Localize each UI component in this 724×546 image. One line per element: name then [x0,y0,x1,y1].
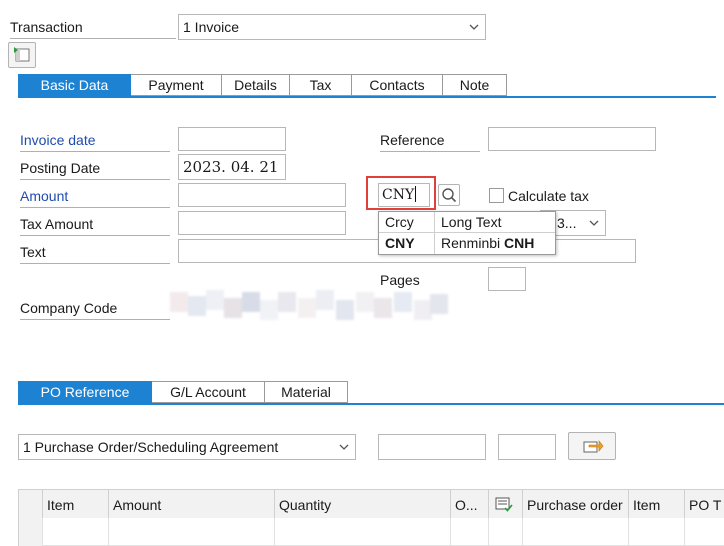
chevron-down-icon [469,24,479,30]
col-purchase-order[interactable]: Purchase order [522,490,628,520]
currency-popup-text-prefix: Renminbi [441,235,505,251]
col-po-item[interactable]: Item [628,490,684,520]
table-cell[interactable] [450,518,488,546]
tax-amount-label: Tax Amount [20,215,170,236]
col-o[interactable]: O... [450,490,488,520]
posting-date-label: Posting Date [20,159,170,180]
col-amount[interactable]: Amount [108,490,274,520]
currency-field[interactable]: CNY [378,183,430,207]
text-cursor [415,186,417,202]
invoice-date-label: Invoice date [20,131,170,152]
tab-gl-account[interactable]: G/L Account [152,381,265,403]
tab-po-reference[interactable]: PO Reference [18,381,152,403]
table-cell[interactable] [628,518,684,546]
currency-popup-col-code: Crcy [379,212,435,232]
tab-material[interactable]: Material [265,381,348,403]
reference-field[interactable] [488,127,656,151]
currency-value: CNY [382,187,415,203]
company-code-label: Company Code [20,299,170,320]
po-number-field[interactable] [378,434,486,460]
posting-date-value: 2023. 04. 21 [183,158,279,176]
amount-label: Amount [20,187,170,208]
pages-label: Pages [380,272,420,288]
invoice-date-field[interactable] [178,127,286,151]
calculate-tax-label: Calculate tax [508,188,589,204]
tax-code-value: 3... [557,215,577,231]
company-code-blurred [168,290,450,324]
tab-basic-data[interactable]: Basic Data [18,74,131,96]
layout-toggle-icon [14,47,30,62]
amount-field[interactable] [178,183,346,207]
transaction-select-value: 1 Invoice [183,19,240,35]
posting-date-field[interactable]: 2023. 04. 21 [178,154,286,180]
col-quantity[interactable]: Quantity [274,490,450,520]
tab-tax[interactable]: Tax [290,74,352,96]
tax-amount-field[interactable] [178,211,346,235]
currency-popup-col-text: Long Text [441,214,502,230]
currency-popup-text: Renminbi CNH [435,233,555,254]
table-row-selector-header[interactable] [18,490,42,520]
col-settings[interactable] [488,490,522,520]
layout-toggle-button[interactable] [8,42,36,68]
po-item-field[interactable] [498,434,556,460]
transfer-button[interactable] [568,432,616,460]
transaction-label: Transaction [10,18,176,39]
tab-contacts[interactable]: Contacts [352,74,443,96]
table-cell[interactable] [274,518,450,546]
currency-popup-text-bold: CNH [504,235,535,251]
table-cell[interactable] [108,518,274,546]
po-tabstrip: PO Reference G/L Account Material [18,381,348,403]
table-settings-icon [495,497,513,512]
currency-search-button[interactable] [438,184,460,206]
table-cell[interactable] [522,518,628,546]
po-tab-underline [18,403,724,405]
table-cell[interactable] [488,518,522,546]
po-doc-type-select[interactable]: 1 Purchase Order/Scheduling Agreement [18,434,356,460]
table-cell[interactable] [42,518,108,546]
search-icon [442,188,457,203]
main-tabstrip: Basic Data Payment Details Tax Contacts … [18,74,507,96]
reference-label: Reference [380,131,480,152]
currency-popup-row[interactable]: CNY Renminbi CNH [379,233,555,254]
transfer-icon [583,440,604,453]
items-table-header: Item Amount Quantity O... Purchase order… [18,489,724,520]
transaction-select[interactable]: 1 Invoice [178,14,486,40]
currency-popup-header: Crcy Long Text [379,212,555,233]
col-item[interactable]: Item [42,490,108,520]
chevron-down-icon [339,444,349,450]
po-doc-type-value: 1 Purchase Order/Scheduling Agreement [23,439,279,455]
text-label: Text [20,243,170,264]
tab-payment[interactable]: Payment [131,74,222,96]
main-tab-underline [18,96,716,98]
chevron-down-icon [589,220,599,226]
tab-note[interactable]: Note [443,74,507,96]
col-po-type[interactable]: PO T [684,490,724,520]
calculate-tax-checkbox[interactable] [489,188,504,203]
currency-popup: Crcy Long Text CNY Renminbi CNH [378,211,556,255]
table-row-selector[interactable] [18,518,42,546]
pages-field[interactable] [488,267,526,291]
tab-details[interactable]: Details [222,74,290,96]
currency-popup-code: CNY [379,233,435,254]
table-row[interactable] [18,518,724,546]
table-cell[interactable] [684,518,724,546]
